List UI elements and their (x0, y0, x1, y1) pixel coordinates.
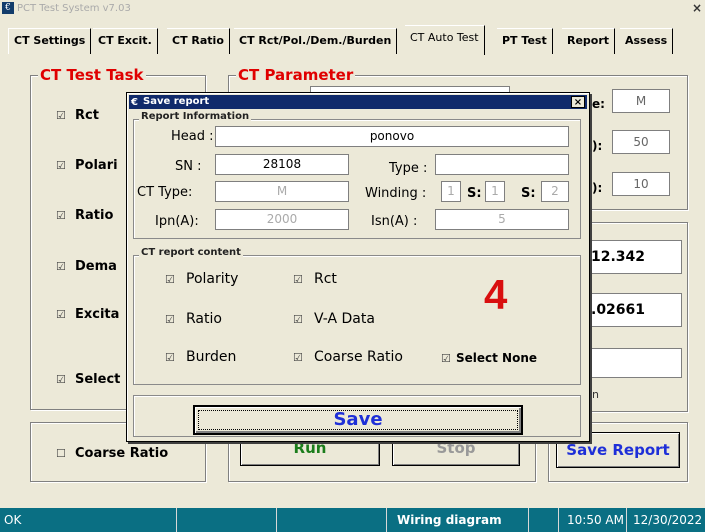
status-empty-2 (276, 508, 386, 532)
winding-input[interactable]: 1 (441, 181, 461, 202)
sn-input[interactable]: 28108 (215, 154, 349, 175)
save-button[interactable]: Save (193, 405, 523, 435)
type-input[interactable] (435, 154, 569, 175)
tab-bar: CT Settings CT Excit. CT Ratio CT Rct/Po… (0, 18, 705, 58)
window-title: PCT Test System v7.03 (17, 3, 131, 14)
param-label-1: e: (592, 97, 605, 111)
param-field-3[interactable]: 10 (612, 172, 670, 196)
checkbox-checked-icon: ☑ (293, 313, 303, 326)
checkbox-checked-icon: ☑ (56, 109, 66, 122)
dialog-title: Save report (143, 96, 210, 107)
tab-report[interactable]: Report (562, 28, 616, 54)
content-ratio-checkbox[interactable]: ☑ Ratio (165, 311, 222, 327)
head-input[interactable]: ponovo (215, 126, 569, 147)
s2-label: S: (521, 186, 536, 201)
status-wiring-diagram[interactable]: Wiring diagram (386, 508, 528, 532)
task-rct-checkbox[interactable]: ☑ Rct (56, 108, 99, 123)
task-demag-checkbox[interactable]: ☑ Dema (56, 259, 117, 274)
ct-type-input[interactable]: M (215, 181, 349, 202)
status-empty-1 (176, 508, 276, 532)
checkbox-checked-icon: ☑ (165, 313, 175, 326)
tab-ct-rct-pol-dem-burden[interactable]: CT Rct/Pol./Dem./Burden (234, 28, 398, 54)
ipn-label: Ipn(A): (155, 214, 199, 229)
head-label: Head : (171, 129, 214, 144)
content-burden-checkbox[interactable]: ☑ Burden (165, 349, 236, 365)
checkbox-checked-icon: ☑ (293, 273, 303, 286)
window-title-bar: € PCT Test System v7.03 × (0, 0, 705, 18)
tab-ct-settings[interactable]: CT Settings (8, 28, 92, 54)
status-bar: OK Wiring diagram 10:50 AM 12/30/2022 (0, 508, 705, 532)
focus-rect (198, 410, 518, 430)
task-polarity-checkbox[interactable]: ☑ Polari (56, 158, 118, 173)
task-ratio-checkbox[interactable]: ☑ Ratio (56, 208, 113, 223)
content-rct-checkbox[interactable]: ☑ Rct (293, 271, 337, 287)
window-close-button[interactable]: × (692, 1, 702, 15)
checkbox-checked-icon: ☑ (165, 351, 175, 364)
content-polarity-checkbox[interactable]: ☑ Polarity (165, 271, 238, 287)
checkbox-unchecked-icon: ☐ (56, 447, 66, 460)
select-none-checkbox[interactable]: ☑ Select None (441, 351, 537, 365)
task-coarse-ratio-checkbox[interactable]: ☐ Coarse Ratio (56, 446, 168, 461)
tab-ct-ratio[interactable]: CT Ratio (167, 28, 230, 54)
s1-label: S: (467, 186, 482, 201)
status-date: 12/30/2022 (626, 508, 705, 532)
checkbox-checked-icon: ☑ (56, 159, 66, 172)
status-empty-3 (528, 508, 558, 532)
app-icon: € (2, 2, 14, 14)
s2-input[interactable]: 2 (541, 181, 569, 202)
ct-test-task-title: CT Test Task (38, 66, 146, 84)
result-note: n (592, 388, 599, 401)
ct-type-label: CT Type: (137, 185, 193, 200)
dialog-close-button[interactable]: × (571, 96, 585, 108)
checkbox-checked-icon: ☑ (293, 351, 303, 364)
type-label: Type : (389, 161, 428, 176)
tab-ct-excit[interactable]: CT Excit. (93, 28, 158, 54)
checkbox-checked-icon: ☑ (56, 308, 66, 321)
isn-label: Isn(A) : (371, 214, 418, 229)
param-label-2: ): (592, 139, 603, 153)
ipn-input[interactable]: 2000 (215, 209, 349, 230)
save-report-dialog: € Save report × Report Information Head … (126, 92, 590, 442)
checkbox-checked-icon: ☑ (56, 373, 66, 386)
dialog-app-icon: € (131, 97, 138, 108)
param-field-2[interactable]: 50 (612, 130, 670, 154)
param-label-3: ): (592, 181, 603, 195)
tab-pt-test[interactable]: PT Test (497, 28, 553, 54)
result-value-2: .02661 (586, 293, 682, 327)
tab-assess[interactable]: Assess (620, 28, 674, 54)
status-time: 10:50 AM (558, 508, 626, 532)
report-content-title: CT report content (139, 247, 243, 258)
isn-input[interactable]: 5 (435, 209, 569, 230)
step-number: 4 (484, 271, 508, 318)
param-field-1[interactable]: M (612, 89, 670, 113)
tab-ct-auto-test[interactable]: CT Auto Test (405, 25, 485, 55)
sn-label: SN : (175, 159, 202, 174)
checkbox-checked-icon: ☑ (441, 352, 451, 365)
dialog-title-bar: € Save report × (129, 95, 587, 109)
checkbox-checked-icon: ☑ (56, 209, 66, 222)
content-va-data-checkbox[interactable]: ☑ V-A Data (293, 311, 375, 327)
task-excitation-checkbox[interactable]: ☑ Excita (56, 307, 119, 322)
content-coarse-ratio-checkbox[interactable]: ☑ Coarse Ratio (293, 349, 403, 365)
s1-input[interactable]: 1 (485, 181, 505, 202)
ct-parameter-title: CT Parameter (236, 66, 356, 84)
result-value-1: 12.342 (586, 240, 682, 274)
task-select-checkbox[interactable]: ☑ Select (56, 372, 120, 387)
status-ok: OK (4, 513, 22, 527)
checkbox-checked-icon: ☑ (56, 260, 66, 273)
report-info-title: Report Information (139, 111, 252, 122)
result-value-3 (586, 348, 682, 378)
checkbox-checked-icon: ☑ (165, 273, 175, 286)
winding-label: Winding : (365, 186, 427, 201)
